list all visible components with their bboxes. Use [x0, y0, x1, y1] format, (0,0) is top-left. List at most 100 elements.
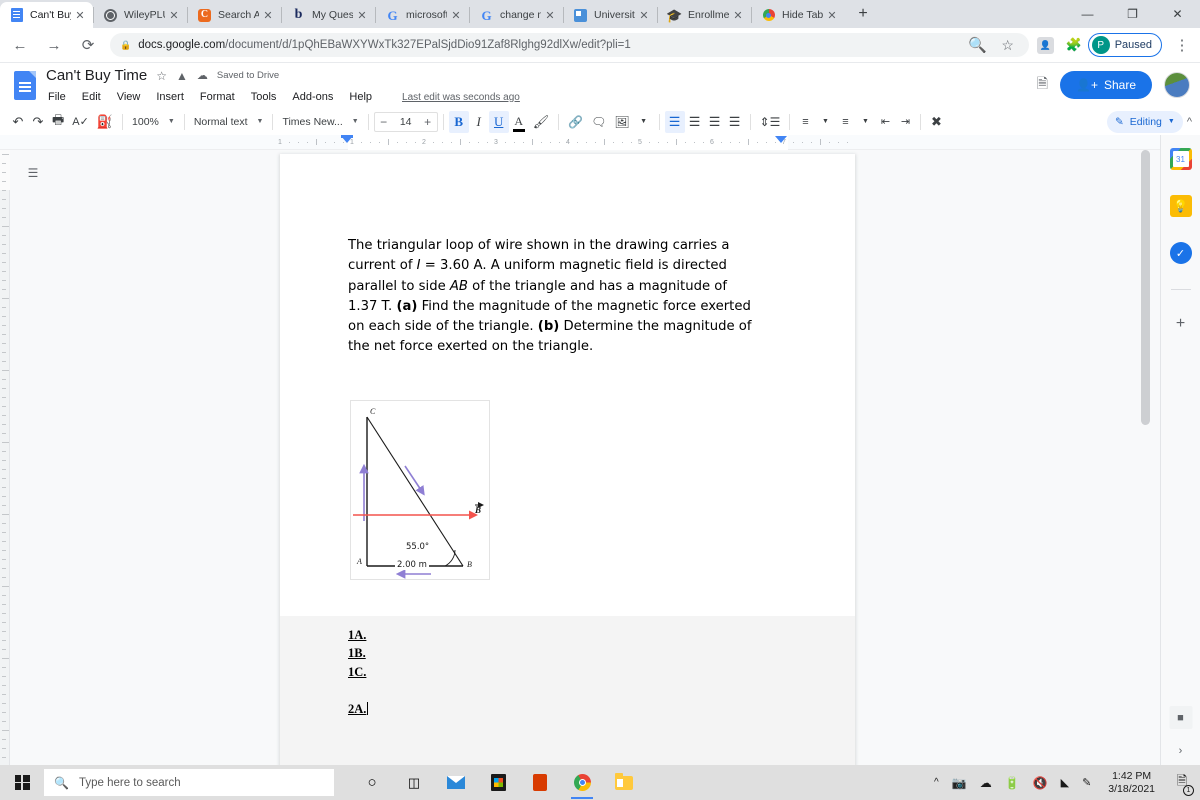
menu-item-view[interactable]: View: [115, 90, 143, 104]
reload-icon[interactable]: ⟳: [74, 31, 102, 59]
close-tab-button[interactable]: ✕: [825, 8, 839, 22]
docs-logo-icon[interactable]: [14, 71, 36, 100]
menu-item-insert[interactable]: Insert: [154, 90, 186, 104]
cortana-icon[interactable]: ○: [352, 765, 392, 800]
browser-tab[interactable]: Gmicrosoft su✕: [376, 2, 469, 28]
new-tab-button[interactable]: +: [849, 0, 877, 28]
microsoft-store-icon[interactable]: [478, 765, 518, 800]
document-body[interactable]: The triangular loop of wire shown in the…: [280, 154, 855, 765]
photos-icon[interactable]: 📷: [952, 776, 967, 790]
answer-line[interactable]: 2A.: [348, 700, 855, 719]
explore-icon[interactable]: ■: [1169, 706, 1192, 729]
browser-tab[interactable]: 🎓 Enrollment✕: [658, 2, 751, 28]
chevron-down-icon[interactable]: ▼: [634, 111, 654, 133]
puzzle-icon[interactable]: 🧩: [1060, 31, 1088, 59]
comment-history-icon[interactable]: 🗎: [1037, 73, 1048, 97]
document-scrollbar[interactable]: [1141, 150, 1150, 750]
volume-muted-icon[interactable]: 🔇: [1033, 776, 1048, 790]
scrollbar-thumb[interactable]: [1141, 150, 1150, 425]
left-indent-marker[interactable]: [341, 136, 353, 143]
chevron-down-icon[interactable]: ▼: [855, 111, 875, 133]
google-tasks-icon[interactable]: ✓: [1169, 242, 1192, 264]
close-tab-button[interactable]: ✕: [355, 8, 369, 22]
right-indent-marker[interactable]: [775, 136, 787, 143]
browser-tab[interactable]: Hide Tabs (✕: [752, 2, 845, 28]
move-to-folder-icon[interactable]: ▲: [176, 69, 188, 83]
wifi-icon[interactable]: ◣: [1061, 776, 1069, 789]
address-bar[interactable]: 🔒 docs.google.com/document/d/1pQhEBaWXYW…: [110, 33, 1029, 57]
menu-item-help[interactable]: Help: [347, 90, 374, 104]
answer-line[interactable]: 1A.: [348, 626, 855, 645]
font-size-value[interactable]: 14: [393, 116, 419, 128]
increase-indent-icon[interactable]: ⇥: [895, 111, 915, 133]
align-left-icon[interactable]: ☰: [664, 110, 685, 133]
avatar[interactable]: [1164, 72, 1190, 98]
italic-button[interactable]: I: [469, 111, 489, 133]
file-explorer-icon[interactable]: [604, 765, 644, 800]
line-spacing-icon[interactable]: ⇕☰: [756, 111, 785, 133]
browser-tab[interactable]: WileyPLUS✕: [94, 2, 187, 28]
zoom-select[interactable]: 100% ▼: [128, 111, 179, 133]
browser-tab[interactable]: C Search All N✕: [188, 2, 281, 28]
clear-formatting-icon[interactable]: ✖: [926, 111, 946, 133]
menu-item-tools[interactable]: Tools: [249, 90, 279, 104]
browser-tab[interactable]: b My Questio✕: [282, 2, 375, 28]
bulleted-list-icon[interactable]: ≡: [835, 111, 855, 133]
document-outline-icon[interactable]: ☰: [22, 162, 44, 184]
answer-line[interactable]: 1C.: [348, 663, 855, 682]
decrease-indent-icon[interactable]: ⇤: [875, 111, 895, 133]
chevron-up-icon[interactable]: ^: [1187, 116, 1192, 128]
answers-block[interactable]: 1A. 1B. 1C. 2A.: [280, 615, 855, 765]
google-keep-icon[interactable]: 💡: [1169, 195, 1192, 217]
onedrive-icon[interactable]: ☁: [980, 776, 992, 790]
close-tab-button[interactable]: ✕: [449, 8, 463, 22]
chrome-icon[interactable]: [562, 765, 602, 800]
figure-container[interactable]: B C A B 55.0° A B C 55.0° 2.00 m: [350, 399, 793, 594]
answer-line[interactable]: 1B.: [348, 644, 855, 663]
browser-tab[interactable]: Gchange mic✕: [470, 2, 563, 28]
align-center-icon[interactable]: ☰: [685, 111, 705, 133]
add-addon-icon[interactable]: +: [1176, 315, 1185, 333]
forward-icon[interactable]: →: [40, 31, 68, 59]
expand-panel-icon[interactable]: ›: [1179, 745, 1183, 757]
browser-tab[interactable]: University a✕: [564, 2, 657, 28]
windows-start-icon[interactable]: [0, 765, 44, 800]
search-input[interactable]: 🔍 Type here to search: [44, 769, 334, 796]
highlight-icon[interactable]: 🖌: [529, 111, 554, 133]
star-icon[interactable]: ☆: [997, 31, 1019, 59]
taskbar-clock[interactable]: 1:42 PM 3/18/2021: [1108, 770, 1155, 796]
font-size-stepper[interactable]: − 14 +: [373, 111, 438, 132]
close-tab-button[interactable]: ✕: [73, 8, 87, 22]
last-edit-label[interactable]: Last edit was seconds ago: [402, 92, 520, 103]
back-icon[interactable]: ←: [6, 31, 34, 59]
insert-image-icon[interactable]: 🖼: [610, 111, 633, 133]
align-justify-icon[interactable]: ☰: [725, 111, 745, 133]
triangular-loop-diagram[interactable]: B C A B 55.0° A B C 55.0° 2.00 m: [350, 399, 490, 592]
show-hidden-icons-icon[interactable]: ^: [934, 777, 939, 788]
close-tab-button[interactable]: ✕: [731, 8, 745, 22]
maximize-button[interactable]: ❐: [1110, 0, 1155, 28]
underline-button[interactable]: U: [488, 110, 509, 133]
notifications-icon[interactable]: 🗎 1: [1172, 773, 1194, 796]
zoom-out-icon[interactable]: 🔍: [967, 31, 989, 59]
browser-tab[interactable]: Can't Buy Ti✕: [0, 2, 93, 28]
mail-icon[interactable]: [436, 765, 476, 800]
close-tab-button[interactable]: ✕: [543, 8, 557, 22]
paint-format-icon[interactable]: ⛽: [93, 111, 117, 133]
numbered-list-icon[interactable]: ≡: [795, 111, 815, 133]
close-tab-button[interactable]: ✕: [637, 8, 651, 22]
bold-button[interactable]: B: [448, 110, 469, 133]
extension-icon[interactable]: 👤: [1036, 36, 1054, 54]
star-icon[interactable]: ☆: [156, 69, 167, 83]
answer-line[interactable]: [348, 681, 855, 700]
paragraph-style-select[interactable]: Normal text ▼: [190, 111, 268, 133]
office-icon[interactable]: [520, 765, 560, 800]
decrease-font-size-button[interactable]: −: [375, 115, 393, 129]
google-calendar-icon[interactable]: [1169, 148, 1192, 170]
close-button[interactable]: ✕: [1155, 0, 1200, 28]
pen-icon[interactable]: ✎: [1082, 776, 1091, 789]
chevron-down-icon[interactable]: ▼: [815, 111, 835, 133]
increase-font-size-button[interactable]: +: [419, 115, 437, 129]
battery-icon[interactable]: 🔋: [1005, 776, 1020, 790]
print-icon[interactable]: 🖶: [48, 111, 68, 133]
